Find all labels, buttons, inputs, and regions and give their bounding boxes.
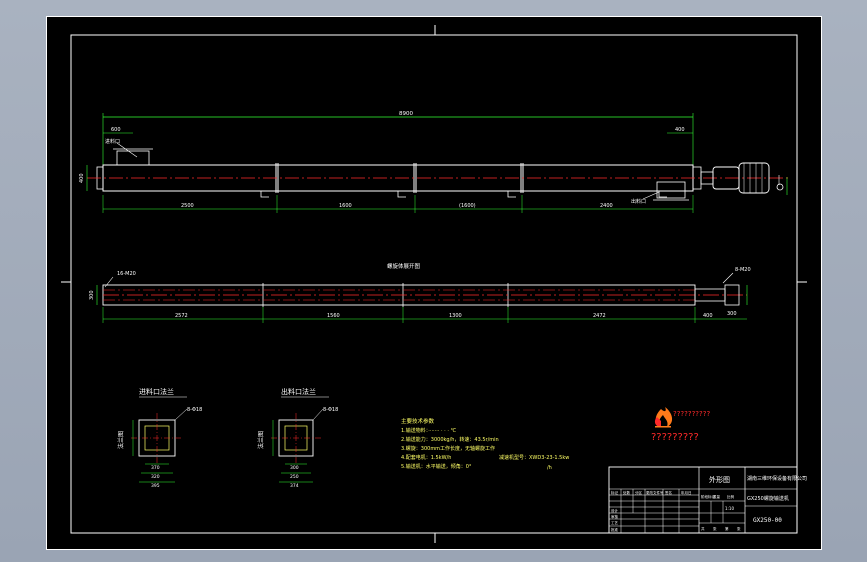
tb-drawing-no: GX250-00 — [753, 517, 782, 524]
tb-company: 湖南三维环保设备有限公司 — [747, 475, 807, 482]
tb-rev-h1: 标记 — [611, 490, 619, 495]
technical-notes: 主要技术参数 1.输送物料：······· · · · ℃ 2.输送能力：300… — [401, 417, 569, 471]
tb-role-process: 工艺 — [611, 520, 619, 525]
outlet-flange-dim-2: 250 — [290, 474, 299, 480]
tech-line-4: 4.配套电机：1.5kW/h — [401, 454, 451, 461]
outlet-flange-side-label: 法兰图 — [257, 431, 265, 449]
mid-section-dim-2: 1560 — [327, 313, 340, 319]
mid-end-dim-a: 400 — [703, 313, 713, 319]
inlet-flange-note: 8-Φ18 — [187, 407, 202, 413]
outlet-nozzle — [656, 181, 686, 199]
inlet-flange-dim-1: 370 — [151, 465, 160, 471]
inlet-label: 进料口 — [105, 138, 120, 145]
section-dim-3: (1600) — [459, 203, 476, 209]
mid-height-dim: 300 — [89, 290, 95, 300]
conveyor-top-view: 8900 600 400 400 2500 1600 (1600) 2400 进… — [79, 111, 791, 213]
tech-line-2: 2.输送能力：3000kg/h，转速：43.5r/min — [401, 436, 499, 443]
height-dim: 400 — [79, 173, 85, 183]
tb-ratio: 比例 — [727, 494, 735, 499]
tb-role-design: 设计 — [611, 508, 619, 513]
tech-line-1: 1.输送物料：······· · · · ℃ — [401, 427, 457, 434]
mid-left-note: 16-M20 — [117, 271, 136, 277]
outlet-label: 出料口 — [631, 198, 646, 205]
tech-heading: 主要技术参数 — [401, 417, 435, 425]
inlet-flange-title: 进料口法兰 — [139, 387, 174, 396]
logo-text-1: ?????????? — [673, 410, 710, 418]
mid-section-dim-3: 1300 — [449, 313, 462, 319]
tb-sheets: 张 — [713, 526, 717, 531]
mid-section-dim-4: 2472 — [593, 313, 606, 319]
tb-weight: 重量 — [713, 494, 721, 499]
inlet-offset-dim: 600 — [111, 127, 121, 133]
logo-text-2: ????????? — [651, 432, 699, 443]
section-dim-1: 2500 — [181, 203, 194, 209]
tb-role-approve: 批准 — [611, 527, 619, 532]
outlet-flange-dim-1: 300 — [290, 465, 299, 471]
section-dim-2: 1600 — [339, 203, 352, 209]
screw-developed-view: 螺旋体展开图 16-M20 8-M20 300 2572 1560 1300 2… — [89, 262, 751, 323]
tech-unit: /h — [547, 465, 552, 471]
mid-view-title: 螺旋体展开图 — [387, 262, 421, 270]
tb-sheet: 张 — [737, 526, 741, 531]
mid-right-note: 8-M20 — [735, 267, 751, 273]
outlet-flange-note: 8-Φ18 — [323, 407, 338, 413]
tb-rev-h5: 签名 — [665, 490, 672, 495]
tb-scale: 1:10 — [725, 506, 734, 511]
tb-rev-h6: 年月日 — [681, 490, 692, 495]
company-logo: ?????????? ????????? — [651, 407, 710, 443]
overall-dim-text: 8900 — [399, 111, 413, 117]
inlet-flange-view: 进料口法兰 8-Φ18 法兰图 370 320 395 — [117, 387, 202, 489]
outlet-flange-view: 出料口法兰 8-Φ18 法兰图 300 250 374 — [257, 387, 338, 489]
tech-line-3: 3.螺旋：300mm工作长度，无轴螺旋工作 — [401, 445, 495, 452]
tb-no: 第 — [725, 526, 729, 531]
tb-rev-h2: 处数 — [623, 490, 631, 495]
outlet-flange-title: 出料口法兰 — [281, 387, 316, 396]
mid-section-dim-1: 2572 — [175, 313, 188, 319]
tb-rev-h3: 分区 — [635, 490, 643, 495]
title-block: 外形图 湖南三维环保设备有限公司 GX250螺旋输送机 GX250-00 1:1… — [608, 466, 807, 534]
outlet-offset-dim: 400 — [675, 127, 685, 133]
mid-end-dim-b: 300 — [727, 311, 737, 317]
tech-line-5: 5.输送机：水平输送，倾角：0° — [401, 463, 472, 470]
inlet-nozzle — [116, 150, 150, 166]
tb-total: 共 — [701, 526, 705, 531]
tb-role-review: 审核 — [611, 514, 619, 519]
tech-reducer: 减速机型号：XWD3-23-1.5kw — [499, 454, 569, 461]
outlet-flange-dim-3: 374 — [290, 483, 299, 489]
section-dim-4: 2400 — [600, 203, 613, 209]
inlet-flange-side-label: 法兰图 — [117, 431, 125, 449]
drawing-sheet: 8900 600 400 400 2500 1600 (1600) 2400 进… — [61, 25, 807, 543]
inlet-flange-dim-2: 320 — [151, 474, 160, 480]
tb-rev-h4: 更改文件号 — [646, 490, 664, 495]
tb-product: GX250螺旋输送机 — [747, 495, 789, 502]
cad-viewport[interactable]: 8900 600 400 400 2500 1600 (1600) 2400 进… — [46, 16, 822, 550]
tb-sheet-name: 外形图 — [709, 475, 730, 484]
inlet-flange-dim-3: 395 — [151, 483, 160, 489]
